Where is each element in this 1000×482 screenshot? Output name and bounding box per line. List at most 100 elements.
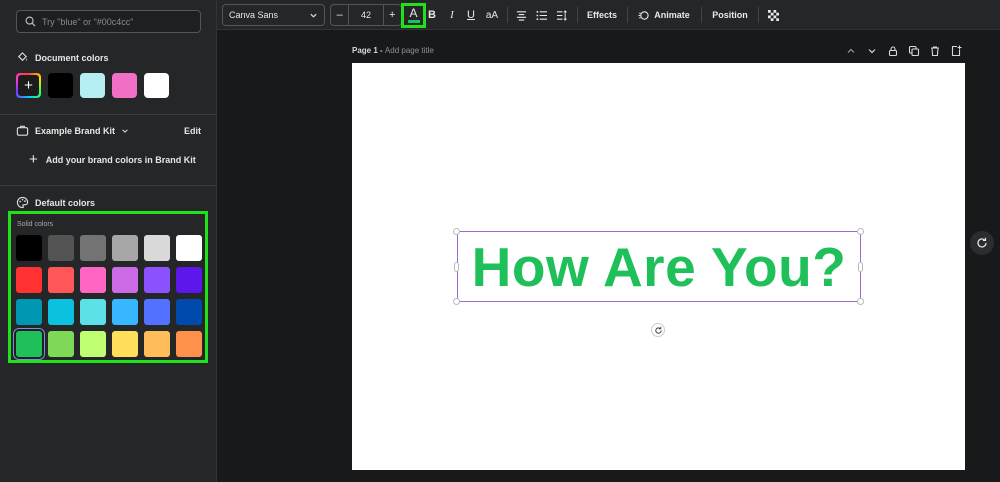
brand-kit-name: Example Brand Kit [35, 125, 116, 136]
solid-color-swatch[interactable] [112, 235, 138, 261]
list-button[interactable] [533, 4, 549, 26]
resize-handle[interactable] [453, 228, 460, 235]
chevron-down-icon [122, 128, 128, 133]
font-family-dropdown[interactable]: Canva Sans [222, 4, 325, 26]
font-family-value: Canva Sans [229, 10, 279, 20]
lock-icon[interactable] [887, 45, 899, 57]
canvas-text[interactable]: How Are You? [472, 235, 847, 299]
solid-color-swatch[interactable] [48, 331, 74, 357]
divider [0, 114, 217, 115]
palette-bucket-icon [17, 52, 28, 62]
page-label: Page 1 - Add page title [352, 46, 434, 55]
color-panel: Document colors + Example Brand Kit Edit… [0, 0, 217, 482]
document-color-swatch[interactable] [48, 73, 73, 98]
resize-handle[interactable] [858, 262, 863, 272]
add-brand-colors-button[interactable]: + Add your brand colors in Brand Kit [29, 152, 196, 167]
trash-icon[interactable] [929, 45, 941, 57]
document-color-swatch[interactable] [144, 73, 169, 98]
brand-kit-edit-button[interactable]: Edit [184, 126, 201, 136]
animate-button[interactable]: Animate [635, 4, 693, 26]
animate-label: Animate [654, 10, 690, 20]
solid-color-swatch[interactable] [16, 267, 42, 293]
duplicate-icon[interactable] [908, 45, 920, 57]
divider [507, 7, 508, 23]
default-colors-title: Default colors [35, 197, 96, 208]
document-color-swatch[interactable] [80, 73, 105, 98]
decrease-font-size-button[interactable]: – [331, 5, 348, 25]
solid-color-swatch[interactable] [176, 267, 202, 293]
position-button[interactable]: Position [710, 4, 750, 26]
palette-icon [16, 196, 29, 209]
align-button[interactable] [513, 4, 529, 26]
rotate-icon [654, 326, 662, 334]
document-color-swatch[interactable] [112, 73, 137, 98]
search-icon [25, 16, 36, 27]
solid-color-swatch[interactable] [48, 267, 74, 293]
page-title-input[interactable]: Add page title [385, 46, 434, 55]
effects-button[interactable]: Effects [583, 4, 621, 26]
page-number: Page 1 - [352, 46, 385, 55]
plus-icon: + [18, 75, 39, 96]
editor-app: Document colors + Example Brand Kit Edit… [0, 0, 1000, 482]
solid-color-swatch[interactable] [144, 267, 170, 293]
refresh-suggestions-button[interactable] [970, 231, 994, 255]
chevron-up-icon[interactable] [845, 45, 857, 57]
document-color-swatches: + [16, 73, 169, 98]
divider [701, 7, 702, 23]
bold-button[interactable]: B [425, 4, 439, 26]
solid-color-swatch[interactable] [48, 235, 74, 261]
refresh-icon [977, 237, 987, 248]
font-size-input[interactable]: 42 [348, 5, 384, 25]
solid-color-swatch[interactable] [80, 267, 106, 293]
solid-color-swatch[interactable] [144, 331, 170, 357]
solid-color-swatch[interactable] [80, 235, 106, 261]
underline-button[interactable]: U [464, 4, 478, 26]
solid-color-swatch[interactable] [16, 235, 42, 261]
solid-color-swatch[interactable] [14, 329, 44, 359]
solid-color-swatch[interactable] [16, 299, 42, 325]
solid-colors-grid [14, 235, 202, 359]
solid-color-swatch[interactable] [144, 299, 170, 325]
brand-kit-icon [16, 125, 29, 136]
rotate-handle[interactable] [651, 323, 665, 337]
chevron-down-icon [310, 13, 317, 18]
text-toolbar: Canva Sans – 42 + A B I U aA Effects Ani… [217, 0, 1000, 30]
spacing-button[interactable] [553, 4, 569, 26]
solid-color-swatch[interactable] [112, 299, 138, 325]
solid-color-swatch[interactable] [176, 299, 202, 325]
selected-text-box[interactable]: How Are You? [457, 231, 861, 302]
resize-handle[interactable] [453, 298, 460, 305]
solid-color-swatch[interactable] [80, 331, 106, 357]
divider [627, 7, 628, 23]
font-size-stepper: – 42 + [330, 4, 402, 26]
solid-color-swatch[interactable] [176, 235, 202, 261]
bullet-list-icon [535, 10, 547, 20]
solid-color-swatch[interactable] [48, 299, 74, 325]
italic-button[interactable]: I [445, 4, 459, 26]
solid-color-swatch[interactable] [112, 331, 138, 357]
search-input[interactable] [42, 16, 200, 27]
brand-kit-selector[interactable]: Example Brand Kit [16, 124, 129, 137]
chevron-down-icon[interactable] [866, 45, 878, 57]
text-color-button[interactable]: A [401, 3, 426, 28]
resize-handle[interactable] [857, 298, 864, 305]
plus-icon: + [29, 151, 38, 168]
solid-colors-label: Solid colors [17, 221, 54, 228]
page-actions [845, 45, 962, 57]
solid-color-swatch[interactable] [176, 331, 202, 357]
letter-case-button[interactable]: aA [483, 4, 501, 26]
solid-color-swatch[interactable] [112, 267, 138, 293]
add-brand-colors-label: Add your brand colors in Brand Kit [45, 154, 196, 165]
solid-color-swatch[interactable] [144, 235, 170, 261]
color-search[interactable] [16, 10, 201, 33]
increase-font-size-button[interactable]: + [384, 5, 401, 25]
resize-handle[interactable] [454, 262, 459, 272]
document-colors-title: Document colors [35, 52, 109, 63]
add-color-button[interactable]: + [16, 73, 41, 98]
brand-kit-row: Example Brand Kit Edit [16, 124, 201, 137]
add-page-icon[interactable] [950, 45, 962, 57]
transparency-button[interactable] [765, 4, 781, 26]
solid-color-swatch[interactable] [80, 299, 106, 325]
resize-handle[interactable] [857, 228, 864, 235]
divider [758, 7, 759, 23]
